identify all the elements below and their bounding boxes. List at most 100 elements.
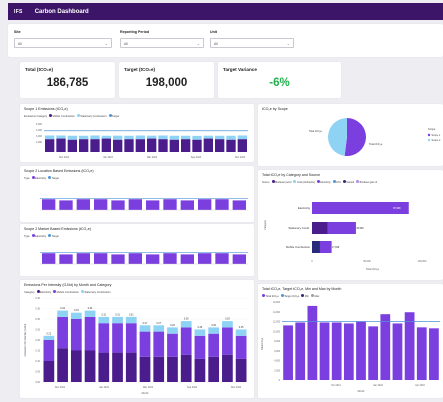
x-tick-label: Mar 2022: [143, 386, 154, 389]
y-tick-label: 0.35: [35, 308, 40, 311]
scope2-location-card: Scope 2 Location Based Emissions (tCO₂e)…: [20, 166, 254, 222]
legend-item: Scope 2: [432, 139, 441, 142]
kpi-variance-card: Target Variance -6%: [218, 62, 341, 98]
bar-electricity: [198, 199, 212, 210]
total-bar: [283, 325, 293, 380]
unit-filter-dropdown[interactable]: All ⌄: [210, 38, 294, 48]
bar-mobile: [113, 139, 123, 152]
data-label: 0.27: [143, 322, 148, 325]
scope1-bar-chart: 5,000 4,000 3,000 2,000 Nov 2021 Jan 2022 Mar …: [36, 123, 248, 159]
category-bar-segment: [312, 241, 320, 253]
data-label: 0.31: [129, 313, 134, 316]
bar-electricity: [94, 199, 108, 210]
x-tick-label: Sep 2022: [191, 156, 202, 159]
bar-segment: [84, 316, 96, 351]
bar-segment: [112, 316, 123, 324]
legend-dot: [427, 133, 431, 137]
pie-slice: [328, 118, 347, 156]
dashboard-window: IFS Carbon Dashboard Site All ⌄ Reportin…: [0, 0, 443, 402]
bar-segment: [57, 316, 68, 349]
kpi-total-card: Total (tCO₂e) 186,785: [20, 62, 115, 98]
ifs-logo: IFS: [14, 8, 23, 15]
bar-mobile: [45, 139, 55, 152]
bar-segment: [194, 335, 206, 359]
y-tick-label: 3,000: [36, 135, 43, 138]
bar-mobile: [215, 139, 225, 152]
category-label: Mobile Combustion: [286, 245, 310, 249]
bar-segment: [208, 333, 220, 357]
data-label: 0.31: [101, 313, 106, 316]
bar-segment: [125, 352, 137, 382]
kpi-variance-label: Target Variance: [223, 67, 257, 72]
period-filter-dropdown[interactable]: All ⌄: [120, 38, 204, 48]
bar-segment: [194, 358, 206, 382]
bar-mobile: [147, 138, 157, 152]
bar-segment: [222, 321, 233, 328]
intensity-stacked-bar-chart: 0.40 0.35 0.30 0.25 0.20 0.15 0.10 0.05 0.00 Emis…: [24, 297, 248, 395]
legend-title: Scope: [428, 127, 436, 131]
bar-electricity: [215, 253, 229, 264]
y-tick-label: 8,000: [274, 341, 280, 343]
y-tick-label: 4,000: [36, 129, 43, 132]
total-bar: [416, 327, 427, 380]
bar-segment: [180, 354, 192, 382]
y-tick-label: 2,000: [36, 141, 43, 144]
category-bar-segment: [312, 222, 328, 234]
bar-stationary: [169, 135, 179, 140]
data-label: 0.27: [156, 322, 161, 325]
data-label: 87,968: [393, 207, 401, 210]
data-label: 0.29: [184, 318, 189, 321]
data-label: 0.26: [211, 324, 216, 327]
bar-stationary: [237, 135, 247, 140]
y-tick-label: 0.00: [35, 381, 40, 384]
bar-segment: [98, 323, 110, 353]
bar-stationary: [226, 135, 236, 140]
pie-slice: [344, 118, 366, 156]
data-label: 0.25: [198, 326, 203, 329]
y-tick-label: 6,000: [274, 351, 280, 353]
x-axis-label: Month: [358, 390, 365, 393]
total-bar: [343, 323, 354, 380]
bar-segment: [208, 327, 220, 334]
bar-electricity: [128, 199, 142, 210]
site-filter-dropdown[interactable]: All ⌄: [14, 38, 112, 48]
bar-electricity: [76, 199, 90, 210]
x-tick-label: Nov 2022: [231, 386, 242, 389]
bar-electricity: [146, 254, 160, 264]
bar-segment: [70, 312, 82, 319]
total-bar: [319, 322, 330, 380]
bar-mobile: [56, 138, 66, 152]
x-tick-label: Apr 2022: [415, 384, 425, 387]
kpi-target-label: Target (tCO₂e): [124, 67, 156, 72]
y-tick-label: 4,000: [274, 361, 280, 363]
pie-label: Total tCO₂e: [369, 142, 383, 146]
data-label: 0.31: [115, 313, 120, 316]
bar-electricity: [180, 254, 194, 264]
bar-electricity: [198, 253, 212, 264]
data-label: 0.34: [60, 307, 65, 310]
data-label: 0.26: [170, 324, 175, 327]
bar-stationary: [124, 135, 134, 140]
bar-segment: [235, 335, 247, 359]
x-axis-label: Total tCO₂e: [366, 267, 380, 271]
bar-stationary: [56, 135, 66, 139]
bar-segment: [222, 354, 233, 382]
y-axis-label: Total tCO₂e: [261, 337, 264, 350]
bar-electricity: [146, 200, 160, 210]
total-bar: [356, 321, 366, 380]
bar-electricity: [42, 199, 56, 210]
bar-mobile: [124, 139, 134, 152]
bar-segment: [208, 356, 220, 382]
x-tick-label: Nov 2021: [59, 156, 70, 159]
scope2-market-bar-chart: [40, 252, 248, 265]
unit-filter-label: Unit: [210, 30, 217, 34]
target-combo-chart: 16,000 14,000 12,000 10,000 8,000 6,000 4,000 2…: [261, 302, 440, 393]
total-bar: [368, 326, 379, 380]
bar-mobile: [237, 139, 247, 152]
bar-stationary: [90, 135, 100, 140]
bar-electricity: [232, 254, 246, 264]
bar-segment: [235, 358, 247, 382]
total-bar: [392, 323, 403, 380]
scope2-location-bar-chart: [40, 198, 248, 211]
y-tick-label: 2,000: [274, 370, 280, 372]
